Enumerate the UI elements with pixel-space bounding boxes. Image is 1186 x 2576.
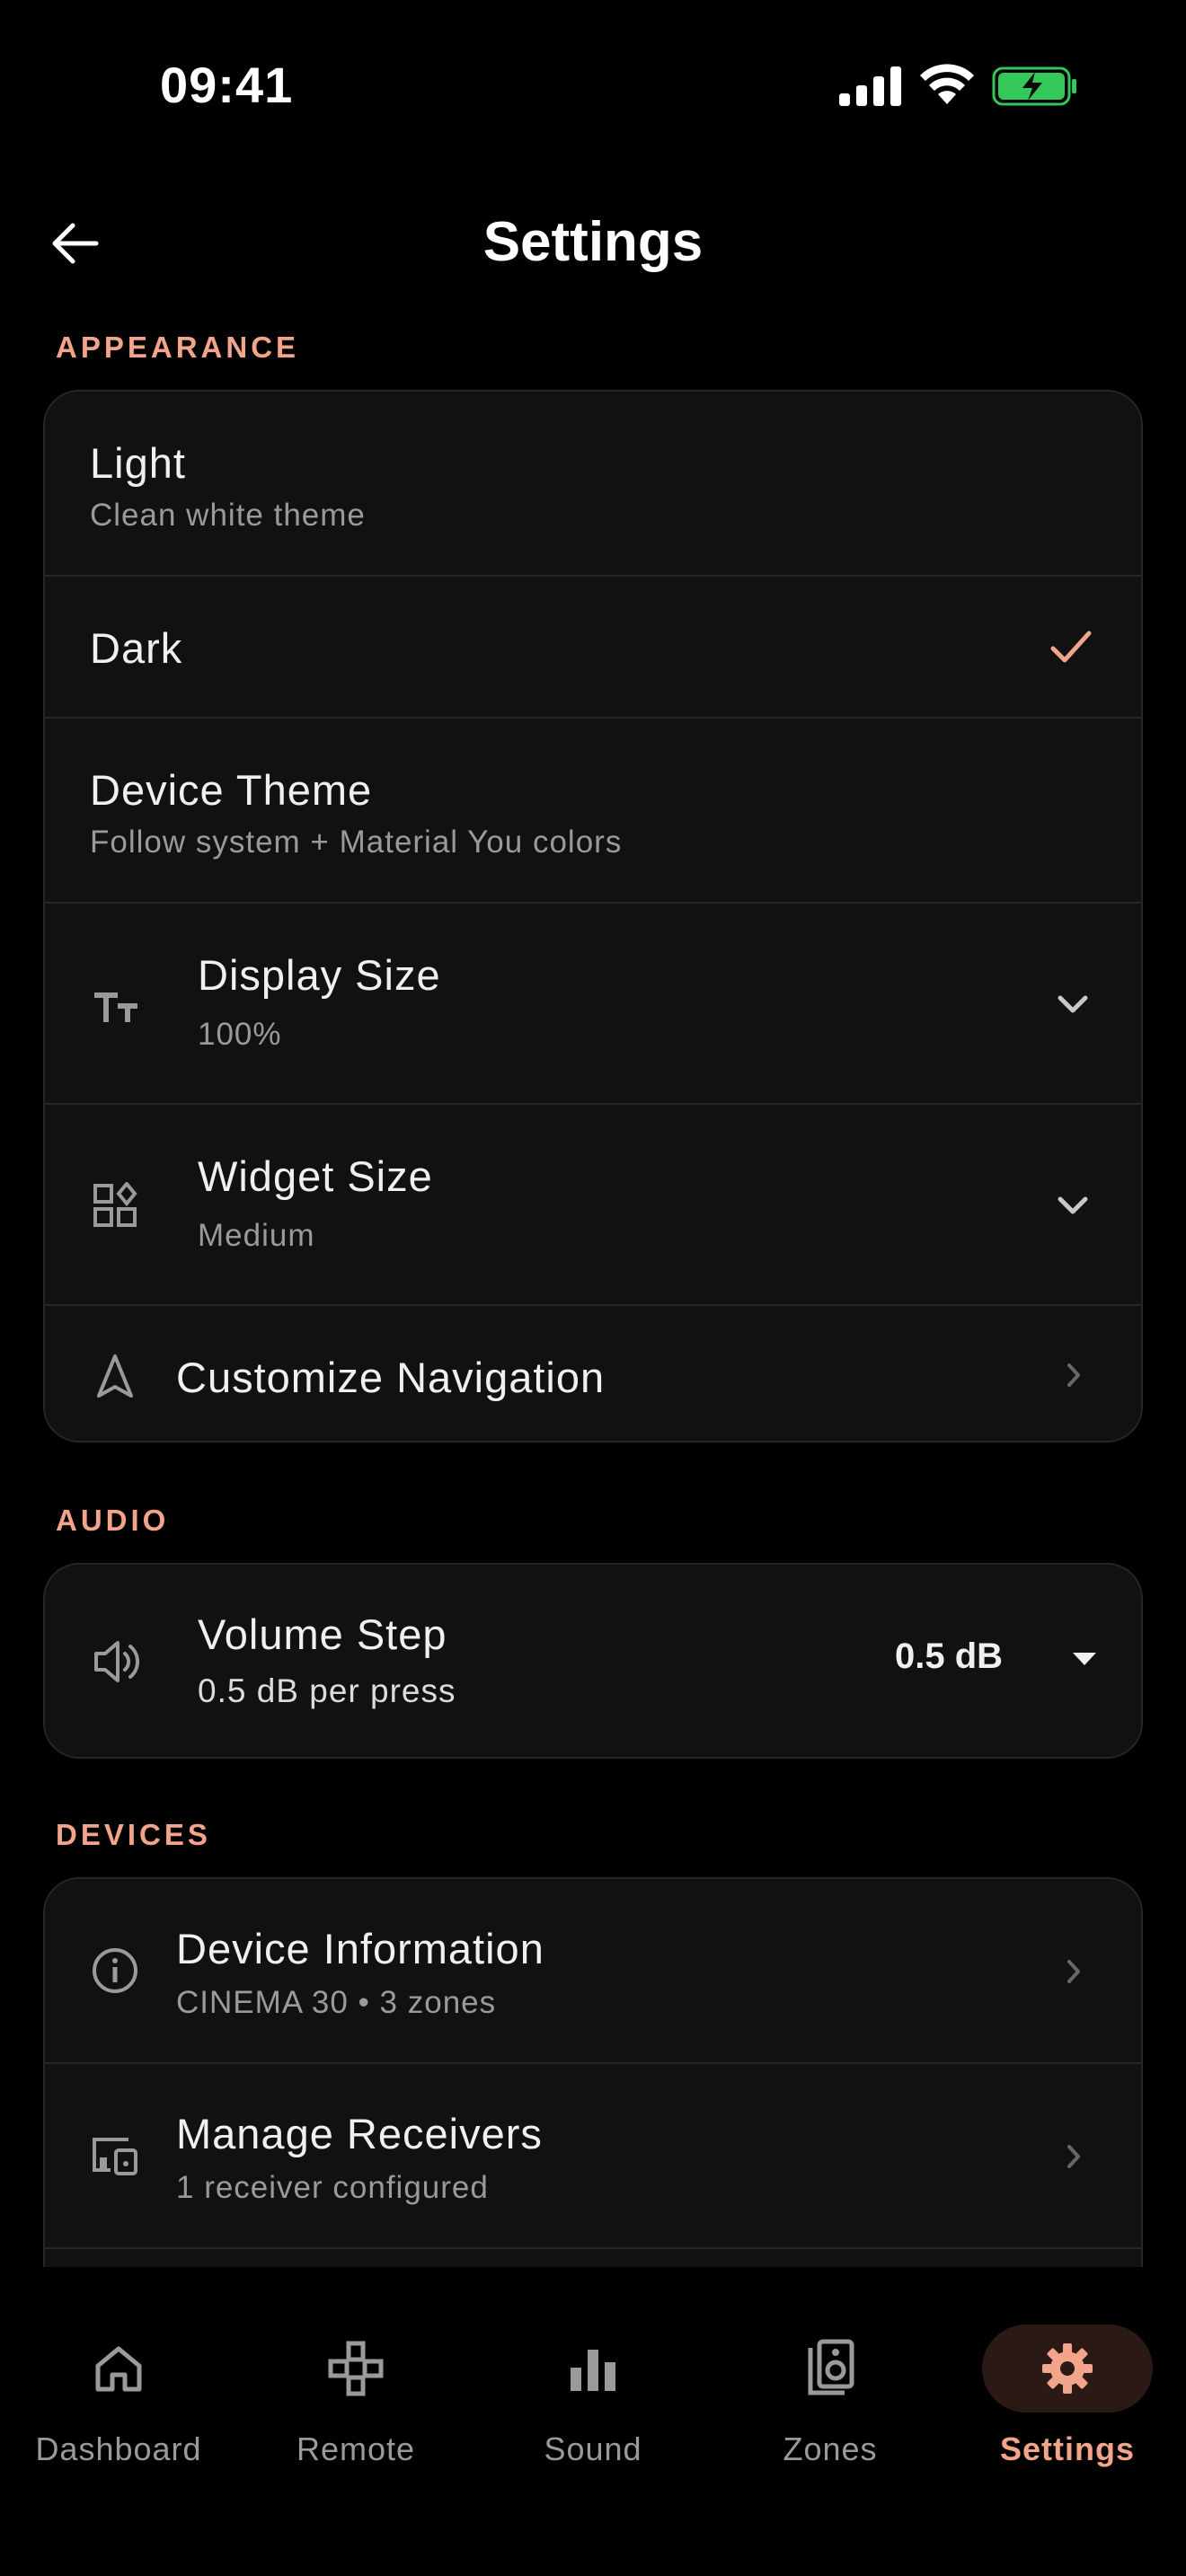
row-title: Manage Receivers [176,2110,543,2157]
row-subtitle: 100% [198,1017,282,1052]
chevron-right-icon [1060,2141,1087,2172]
nav-icon-container [745,2325,916,2413]
row-title: Device Theme [90,766,373,814]
customize-navigation-row[interactable]: Customize Navigation [45,1306,1141,1441]
row-title: Device Information [176,1925,544,1972]
text-size-icon [88,977,142,1031]
nav-item-settings[interactable]: Settings [949,2303,1186,2474]
chevron-down-icon [1055,1187,1091,1223]
theme-option-light[interactable]: Light Clean white theme [45,392,1141,577]
speaker-icon [808,2339,854,2395]
nav-item-remote[interactable]: Remote [237,2303,474,2474]
volume-icon [92,1635,146,1689]
theme-option-dark[interactable]: Dark [45,577,1141,719]
status-bar: 09:41 [0,0,1186,171]
appearance-card: Light Clean white theme Dark Device Them… [43,390,1143,1442]
section-label-audio: AUDIO [56,1504,170,1537]
display-size-row[interactable]: Display Size 100% [45,904,1141,1105]
audio-card: Volume Step 0.5 dB per press 0.5 dB [43,1563,1143,1759]
nav-item-zones[interactable]: Zones [712,2303,949,2474]
nav-icon-container [33,2325,204,2413]
manage-receivers-row[interactable]: Manage Receivers 1 receiver configured [45,2064,1141,2249]
status-time: 09:41 [160,57,294,113]
nav-item-dashboard[interactable]: Dashboard [0,2303,237,2474]
chevron-down-icon [1055,986,1091,1022]
page-title: Settings [482,211,704,273]
row-title: Light [90,439,186,487]
chevron-right-icon [1060,1956,1087,1987]
wifi-icon [920,64,974,104]
section-label-appearance: APPEARANCE [56,331,300,364]
app-header: Settings [0,194,1186,293]
row-subtitle: CINEMA 30 • 3 zones [176,1985,497,2020]
device-information-row[interactable]: Device Information CINEMA 30 • 3 zones [45,1879,1141,2064]
caret-down-icon [1073,1653,1096,1665]
gamepad-icon [328,2341,384,2396]
dropdown-value: 0.5 dB [895,1636,1004,1676]
nav-label: Remote [296,2430,416,2467]
nav-icon-container [270,2325,441,2413]
row-title: Customize Navigation [176,1354,606,1401]
theme-option-device[interactable]: Device Theme Follow system + Material Yo… [45,719,1141,904]
row-subtitle: Follow system + Material You colors [90,825,623,860]
bar-chart-icon [571,2350,615,2391]
volume-step-dropdown[interactable]: 0.5 dB [895,1631,1111,1687]
nav-label: Sound [544,2430,642,2467]
nav-label: Dashboard [35,2430,202,2467]
chevron-right-icon [1060,1360,1087,1390]
home-icon [95,2346,142,2392]
devices-icon [88,2129,142,2183]
widgets-icon [88,1178,142,1232]
navigation-arrow-icon [88,1349,142,1403]
nav-label: Settings [999,2430,1135,2467]
info-icon [88,1944,142,1998]
section-label-devices: DEVICES [56,1818,211,1851]
volume-step-row[interactable]: Volume Step 0.5 dB per press 0.5 dB [45,1565,1141,1757]
battery-charging-icon [992,66,1076,106]
check-icon [1048,623,1094,670]
row-title: Display Size [198,951,441,999]
nav-icon-container [982,2325,1153,2413]
row-subtitle: 0.5 dB per press [198,1672,456,1709]
row-title: Widget Size [198,1152,433,1200]
bottom-navigation: Dashboard Remote Sound Zones Settings [0,2267,1186,2576]
gear-icon [1042,2343,1093,2394]
nav-label: Zones [783,2430,878,2467]
nav-icon-container [508,2325,678,2413]
row-subtitle: 1 receiver configured [176,2170,489,2205]
row-title: Dark [90,624,183,672]
row-title: Volume Step [198,1610,447,1658]
row-subtitle: Medium [198,1218,315,1253]
cellular-signal-icon [839,66,901,106]
nav-item-sound[interactable]: Sound [474,2303,712,2474]
row-subtitle: Clean white theme [90,498,366,533]
widget-size-row[interactable]: Widget Size Medium [45,1105,1141,1306]
